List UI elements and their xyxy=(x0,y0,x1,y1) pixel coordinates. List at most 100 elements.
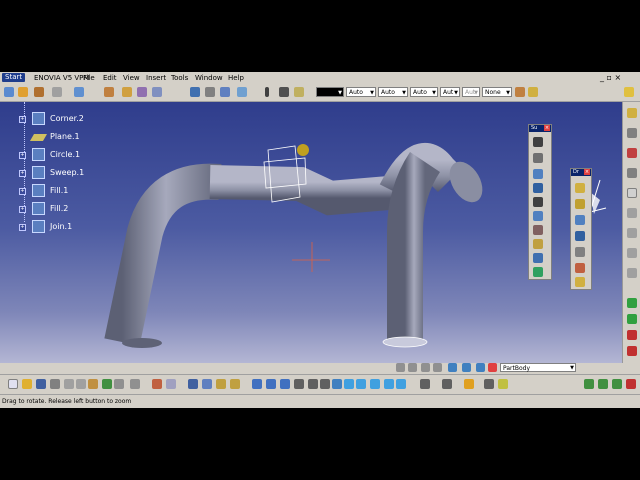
compass-ball[interactable] xyxy=(297,144,309,156)
measure-icon[interactable] xyxy=(104,87,114,97)
3d-viewport[interactable]: + Corner.2 Plane.1 + Circle.1 + Sweep.1 … xyxy=(0,102,622,382)
extract-icon[interactable] xyxy=(533,267,543,277)
fillet-icon[interactable] xyxy=(575,183,585,193)
blend-icon[interactable] xyxy=(533,211,543,221)
none-combo[interactable]: None ▼ xyxy=(482,87,512,97)
comment-icon[interactable] xyxy=(166,379,176,389)
split-icon[interactable] xyxy=(533,253,543,263)
snap-icon[interactable] xyxy=(190,87,200,97)
exit-workbench-icon[interactable] xyxy=(442,379,452,389)
axis-icon[interactable] xyxy=(484,379,494,389)
zoom-area-icon[interactable] xyxy=(320,379,330,389)
linetype-combo[interactable]: Auto ▼ xyxy=(378,87,408,97)
undo-icon[interactable] xyxy=(102,379,112,389)
formula-icon[interactable] xyxy=(152,379,162,389)
render-icon[interactable] xyxy=(462,363,471,372)
cut-icon[interactable] xyxy=(64,379,74,389)
paint-icon[interactable] xyxy=(515,87,525,97)
insert-part-icon[interactable] xyxy=(624,87,634,97)
slot-icon[interactable] xyxy=(627,228,637,238)
fit-all-icon[interactable] xyxy=(252,379,262,389)
hide-icon[interactable] xyxy=(370,379,380,389)
shading-icon[interactable] xyxy=(356,379,366,389)
transparency-combo[interactable]: Auto ▼ xyxy=(346,87,376,97)
point-icon[interactable] xyxy=(265,87,269,97)
catalog-icon[interactable] xyxy=(188,379,198,389)
groove-icon[interactable] xyxy=(627,168,637,178)
pad-icon[interactable] xyxy=(627,108,637,118)
shaft-icon[interactable] xyxy=(627,148,637,158)
swap-icon[interactable] xyxy=(488,363,497,372)
expand-icon[interactable]: + xyxy=(19,206,26,213)
grid-icon[interactable] xyxy=(205,87,215,97)
draft-icon[interactable] xyxy=(575,215,585,225)
sweep-tool-icon[interactable] xyxy=(533,169,543,179)
expand-icon[interactable]: + xyxy=(19,170,26,177)
print-icon[interactable] xyxy=(50,379,60,389)
walk-icon[interactable] xyxy=(408,363,417,372)
zoom-in-icon[interactable] xyxy=(294,379,304,389)
boolean-icon[interactable] xyxy=(627,298,637,308)
multisection-icon[interactable] xyxy=(533,225,543,235)
shell-icon[interactable] xyxy=(575,231,585,241)
open-icon[interactable] xyxy=(18,87,28,97)
lightbulb-icon[interactable] xyxy=(230,379,240,389)
hole-icon[interactable] xyxy=(627,188,637,198)
view-mode-icon[interactable] xyxy=(448,363,457,372)
workbench-icon[interactable] xyxy=(626,379,636,389)
pocket-icon[interactable] xyxy=(627,128,637,138)
linewidth-combo[interactable]: Aut ▼ xyxy=(440,87,460,97)
pan-icon[interactable] xyxy=(266,379,276,389)
extrude-icon[interactable] xyxy=(533,137,543,147)
loft-icon[interactable] xyxy=(627,268,637,278)
construction-icon[interactable] xyxy=(220,87,230,97)
close-icon[interactable]: × xyxy=(544,125,550,131)
chamfer-icon[interactable] xyxy=(575,199,585,209)
zoom-out-icon[interactable] xyxy=(308,379,318,389)
body-icon[interactable] xyxy=(498,379,508,389)
update-icon[interactable] xyxy=(464,379,474,389)
curvature-icon[interactable] xyxy=(598,379,608,389)
turn-head-icon[interactable] xyxy=(421,363,430,372)
join-tool-icon[interactable] xyxy=(533,239,543,249)
sketcher-icon[interactable] xyxy=(420,379,430,389)
expand-icon[interactable]: + xyxy=(19,152,26,159)
hide-show-icon[interactable] xyxy=(476,363,485,372)
analysis-draft-icon[interactable] xyxy=(584,379,594,389)
save-icon[interactable] xyxy=(36,379,46,389)
sketch-icon[interactable] xyxy=(34,87,44,97)
assemble-icon[interactable] xyxy=(627,314,637,324)
offset-icon[interactable] xyxy=(533,197,543,207)
analysis-icon[interactable] xyxy=(122,87,132,97)
partbody-combo[interactable]: PartBody ▼ xyxy=(500,363,576,372)
menu-tools[interactable]: Tools xyxy=(171,74,188,82)
fill-tool-icon[interactable] xyxy=(533,183,543,193)
paste-icon[interactable] xyxy=(88,379,98,389)
apply-material-icon[interactable] xyxy=(137,87,147,97)
whats-this-icon[interactable] xyxy=(130,379,140,389)
swap-space-icon[interactable] xyxy=(384,379,394,389)
thread-icon[interactable] xyxy=(575,263,585,273)
new-file-icon[interactable] xyxy=(8,379,18,389)
open-file-icon[interactable] xyxy=(22,379,32,389)
apply-icon[interactable] xyxy=(612,379,622,389)
menu-edit[interactable]: Edit xyxy=(103,74,117,82)
accelerate-icon[interactable] xyxy=(433,363,442,372)
expand-icon[interactable]: + xyxy=(19,224,26,231)
remove-icon[interactable] xyxy=(627,330,637,340)
menu-help[interactable]: Help xyxy=(228,74,244,82)
layer-combo[interactable]: Aut ▼ xyxy=(462,87,480,97)
menu-view[interactable]: View xyxy=(123,74,140,82)
expand-icon[interactable]: + xyxy=(19,188,26,195)
menu-insert[interactable]: Insert xyxy=(146,74,166,82)
thickness-combo[interactable]: Auto ▼ xyxy=(410,87,438,97)
rib-icon[interactable] xyxy=(627,208,637,218)
copy-icon[interactable] xyxy=(76,379,86,389)
normal-view-icon[interactable] xyxy=(332,379,342,389)
thickness-icon[interactable] xyxy=(575,247,585,257)
line-icon[interactable] xyxy=(279,87,289,97)
stiffener-icon[interactable] xyxy=(627,248,637,258)
color-combo[interactable]: ▼ xyxy=(316,87,344,97)
users-icon[interactable] xyxy=(74,87,84,97)
revolve-icon[interactable] xyxy=(533,153,543,163)
